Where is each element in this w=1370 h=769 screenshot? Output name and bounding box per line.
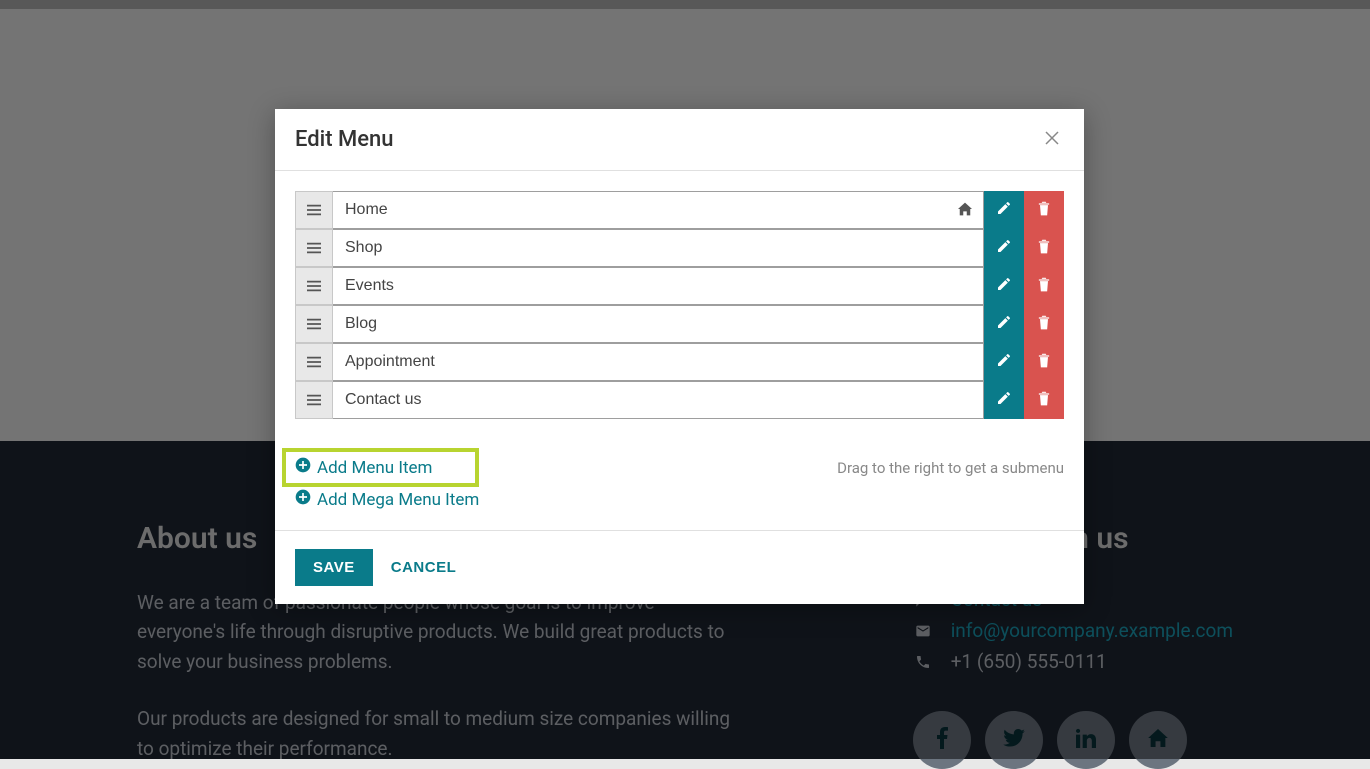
menu-input-wrap: [333, 191, 984, 229]
menu-input-wrap: [333, 343, 984, 381]
bars-icon: [307, 315, 321, 334]
close-button[interactable]: [1040, 128, 1064, 152]
menu-item-input[interactable]: [333, 343, 984, 381]
drag-handle[interactable]: [295, 305, 333, 343]
trash-icon: [1037, 276, 1051, 296]
bars-icon: [307, 239, 321, 258]
delete-menu-item-button[interactable]: [1024, 305, 1064, 343]
bars-icon: [307, 353, 321, 372]
edit-menu-item-button[interactable]: [984, 381, 1024, 419]
modal-footer: SAVE CANCEL: [275, 530, 1084, 604]
menu-item-input[interactable]: [333, 305, 984, 343]
edit-icon: [996, 238, 1012, 258]
delete-menu-item-button[interactable]: [1024, 267, 1064, 305]
menu-item-row: [295, 305, 1064, 343]
plus-circle-icon: [295, 457, 311, 478]
drag-handle[interactable]: [295, 267, 333, 305]
delete-menu-item-button[interactable]: [1024, 191, 1064, 229]
modal-header: Edit Menu: [275, 109, 1084, 171]
add-mega-menu-item-link[interactable]: Add Mega Menu Item: [295, 489, 479, 510]
add-menu-item-label: Add Menu Item: [317, 458, 432, 478]
edit-menu-modal: Edit Menu Add Menu Item A: [275, 109, 1084, 604]
edit-menu-item-button[interactable]: [984, 229, 1024, 267]
bars-icon: [307, 391, 321, 410]
delete-menu-item-button[interactable]: [1024, 381, 1064, 419]
bars-icon: [307, 201, 321, 220]
modal-title: Edit Menu: [295, 127, 394, 152]
close-icon: [1043, 129, 1061, 151]
edit-menu-item-button[interactable]: [984, 343, 1024, 381]
menu-input-wrap: [333, 305, 984, 343]
modal-actions: Add Menu Item Add Mega Menu Item Drag to…: [295, 457, 1064, 510]
plus-circle-icon: [295, 489, 311, 510]
trash-icon: [1037, 238, 1051, 258]
edit-icon: [996, 314, 1012, 334]
edit-icon: [996, 276, 1012, 296]
menu-item-row: [295, 191, 1064, 229]
bars-icon: [307, 277, 321, 296]
menu-item-row: [295, 267, 1064, 305]
add-links-group: Add Menu Item Add Mega Menu Item: [295, 457, 479, 510]
drag-handle[interactable]: [295, 191, 333, 229]
menu-item-row: [295, 381, 1064, 419]
menu-item-input[interactable]: [333, 191, 984, 229]
save-button[interactable]: SAVE: [295, 549, 373, 586]
submenu-hint: Drag to the right to get a submenu: [837, 457, 1064, 477]
cancel-button[interactable]: CANCEL: [391, 559, 457, 576]
menu-input-wrap: [333, 229, 984, 267]
delete-menu-item-button[interactable]: [1024, 343, 1064, 381]
add-mega-menu-item-label: Add Mega Menu Item: [317, 490, 479, 510]
drag-handle[interactable]: [295, 343, 333, 381]
edit-icon: [996, 352, 1012, 372]
edit-menu-item-button[interactable]: [984, 305, 1024, 343]
menu-item-input[interactable]: [333, 381, 984, 419]
menu-item-row: [295, 343, 1064, 381]
menu-item-input[interactable]: [333, 229, 984, 267]
modal-body: Add Menu Item Add Mega Menu Item Drag to…: [275, 171, 1084, 530]
trash-icon: [1037, 200, 1051, 220]
edit-icon: [996, 200, 1012, 220]
add-menu-item-link[interactable]: Add Menu Item: [282, 448, 479, 487]
trash-icon: [1037, 314, 1051, 334]
delete-menu-item-button[interactable]: [1024, 229, 1064, 267]
menu-input-wrap: [333, 267, 984, 305]
menu-item-input[interactable]: [333, 267, 984, 305]
edit-menu-item-button[interactable]: [984, 267, 1024, 305]
edit-menu-item-button[interactable]: [984, 191, 1024, 229]
drag-handle[interactable]: [295, 229, 333, 267]
drag-handle[interactable]: [295, 381, 333, 419]
menu-list: [295, 191, 1064, 419]
edit-icon: [996, 390, 1012, 410]
trash-icon: [1037, 390, 1051, 410]
trash-icon: [1037, 352, 1051, 372]
menu-input-wrap: [333, 381, 984, 419]
menu-item-row: [295, 229, 1064, 267]
